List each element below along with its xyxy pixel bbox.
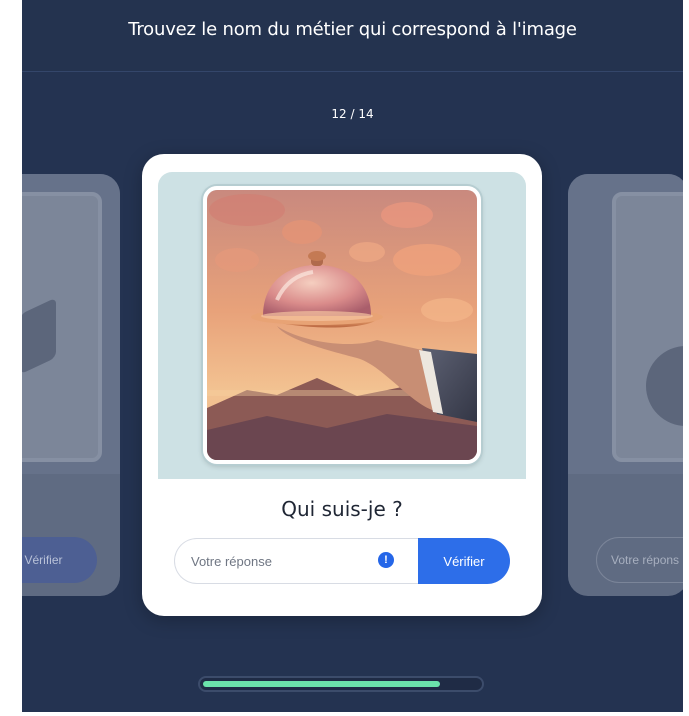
question-card: Qui suis-je ? Votre réponse ! Vérifier [142,154,542,616]
card-image-area [158,172,526,479]
previous-card-shape [22,297,56,375]
next-card[interactable]: Votre répons [568,174,683,596]
card-title: Qui suis-je ? [281,497,403,521]
left-margin [0,0,22,716]
bottom-margin [0,712,689,716]
next-card-image [612,192,683,462]
verify-button[interactable]: Vérifier [418,538,510,584]
job-image [203,186,481,464]
previous-card-image-area [22,174,120,474]
header: Trouvez le nom du métier qui correspond … [22,0,683,72]
next-card-image-area [568,174,683,474]
waiter-cloche-illustration [207,190,477,460]
previous-card[interactable]: Vérifier [22,174,120,596]
question-counter: 12 / 14 [331,107,374,121]
page-title: Trouvez le nom du métier qui correspond … [128,19,577,40]
right-margin [683,0,689,716]
previous-card-image [22,192,102,462]
next-card-shape [646,346,683,426]
previous-card-verify-button[interactable]: Vérifier [22,537,97,583]
next-card-answer-input[interactable]: Votre répons [596,537,683,583]
progress-bar-fill [203,681,440,687]
info-icon[interactable]: ! [378,552,394,568]
progress-bar [198,676,484,692]
quiz-app: Trouvez le nom du métier qui correspond … [22,0,683,712]
